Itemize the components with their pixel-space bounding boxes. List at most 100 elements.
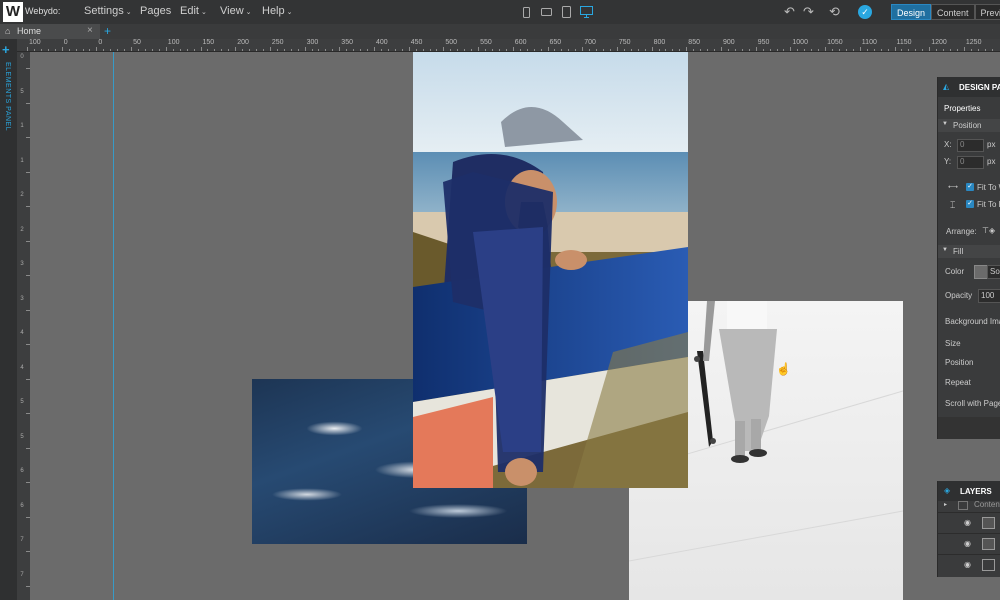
ruler-minor-tick — [311, 49, 313, 51]
ruler-minor-tick — [970, 49, 972, 51]
menu-edit[interactable]: Edit ⌄ — [180, 5, 207, 17]
ruler-minor-tick — [832, 49, 834, 51]
ruler-label: 5 — [20, 399, 24, 405]
ruler-minor-tick — [700, 49, 702, 51]
ruler-minor-tick — [408, 49, 410, 51]
desktop-icon[interactable] — [579, 5, 593, 19]
fit-height-icon: ⌶ — [950, 200, 956, 210]
ruler-minor-tick — [901, 49, 903, 51]
layer-row[interactable]: ◉ — [938, 512, 1000, 533]
color-label: Color — [945, 267, 965, 276]
ruler-tick — [26, 551, 30, 552]
history-icon[interactable]: ⟲ — [829, 4, 840, 20]
layer-row[interactable]: ◉ — [938, 533, 1000, 554]
expand-triangle-icon[interactable]: ▸ — [944, 501, 947, 508]
ruler-minor-tick — [387, 49, 389, 51]
menu-settings-label: Settings — [84, 5, 124, 17]
ruler-label: 900 — [723, 39, 735, 46]
layer-checkbox[interactable] — [958, 501, 968, 510]
ruler-minor-tick — [721, 49, 722, 51]
ruler-label: 350 — [341, 39, 353, 46]
ruler-minor-tick — [984, 49, 986, 51]
opacity-label: Opacity — [945, 291, 973, 300]
tab-design[interactable]: Design — [891, 4, 932, 20]
ruler-label: 3 — [20, 261, 24, 267]
chevron-down-icon: ⌄ — [125, 9, 132, 16]
close-icon[interactable]: × — [87, 25, 93, 36]
ruler-minor-tick — [825, 49, 827, 51]
ruler-minor-tick — [318, 49, 320, 51]
tab-content[interactable]: Content — [931, 4, 975, 20]
webydo-logo: W — [3, 2, 23, 22]
tablet-icon[interactable] — [559, 5, 573, 19]
opacity-value: 100 — [981, 291, 995, 300]
ruler-minor-tick — [665, 49, 667, 51]
layer-content-label[interactable]: Content — [974, 500, 1000, 509]
ruler-minor-tick — [117, 49, 119, 51]
chevron-down-icon: ⌄ — [200, 9, 207, 16]
ruler-tick — [26, 171, 30, 173]
layer-row[interactable]: ◉ — [938, 554, 1000, 575]
mobile-portrait-icon[interactable] — [519, 5, 533, 19]
eye-icon[interactable]: ◉ — [964, 560, 971, 569]
publish-check-icon[interactable]: ✓ — [858, 5, 872, 19]
ruler-label: 1200 — [931, 39, 947, 46]
ruler-minor-tick — [568, 49, 570, 51]
ruler-minor-tick — [526, 49, 528, 51]
ruler-tick — [26, 102, 30, 104]
ruler-minor-tick — [748, 49, 750, 51]
undo-icon[interactable]: ↶ — [784, 4, 795, 20]
ruler-minor-tick — [498, 49, 500, 51]
color-swatch[interactable] — [974, 265, 988, 279]
ruler-minor-tick — [47, 49, 49, 51]
tab-preview[interactable]: Preview — [974, 4, 1000, 20]
collapse-triangle-icon: ▼ — [942, 121, 948, 127]
menu-view[interactable]: View ⌄ — [220, 5, 252, 17]
eye-icon[interactable]: ◉ — [964, 539, 971, 548]
ruler-tick — [26, 344, 30, 345]
ruler-minor-tick — [457, 49, 459, 51]
ruler-minor-tick — [679, 49, 681, 51]
fit-height-checkbox[interactable]: ✓ — [966, 200, 974, 208]
redo-icon[interactable]: ↷ — [803, 4, 814, 20]
ruler-minor-tick — [554, 49, 556, 51]
layers-panel: ◈ LAYERS ▸ Content ◉ ◉ ◉ — [937, 481, 1000, 577]
ruler-minor-tick — [589, 49, 591, 51]
fit-width-checkbox[interactable]: ✓ — [966, 183, 974, 191]
size-label: Size — [945, 339, 961, 348]
ruler-minor-tick — [651, 49, 653, 51]
ruler-label: 0 — [63, 39, 68, 46]
ruler-minor-tick — [818, 49, 820, 51]
arrange-icon[interactable]: ⊤◈ — [982, 226, 995, 235]
eye-icon[interactable]: ◉ — [964, 518, 971, 527]
mobile-landscape-icon[interactable] — [539, 5, 553, 19]
ruler-label: 200 — [237, 39, 249, 46]
surfer-image[interactable] — [413, 52, 688, 488]
ruler-minor-tick — [845, 49, 847, 51]
home-icon: ⌂ — [5, 26, 11, 36]
ruler-label: 950 — [757, 39, 770, 46]
tab-properties[interactable]: Properties — [944, 104, 980, 113]
ruler-label: 7 — [20, 571, 24, 578]
ruler-label: 400 — [376, 39, 388, 46]
ruler-minor-tick — [478, 49, 480, 51]
ruler-minor-tick — [96, 49, 98, 51]
ruler-label: 750 — [618, 39, 631, 46]
elements-panel-label[interactable]: ELEMENTS PANEL — [4, 62, 11, 131]
add-element-icon[interactable]: + — [2, 42, 10, 57]
ruler-minor-tick — [672, 49, 674, 51]
ruler-minor-tick — [353, 49, 355, 51]
menu-settings[interactable]: Settings ⌄ — [84, 5, 132, 17]
ruler-label: 5 — [20, 88, 24, 95]
ruler-minor-tick — [894, 49, 896, 51]
menu-pages[interactable]: Pages — [140, 5, 171, 17]
guide-line[interactable] — [113, 52, 114, 600]
add-tab-icon[interactable]: + — [104, 24, 111, 38]
tab-home[interactable]: ⌂ Home × — [0, 24, 100, 39]
ruler-minor-tick — [429, 49, 431, 51]
ruler-label: 1 — [20, 123, 24, 129]
ruler-minor-tick — [866, 49, 868, 51]
menu-help[interactable]: Help ⌄ — [262, 5, 293, 17]
ruler-minor-tick — [644, 49, 646, 51]
ruler-label: 250 — [271, 39, 284, 46]
